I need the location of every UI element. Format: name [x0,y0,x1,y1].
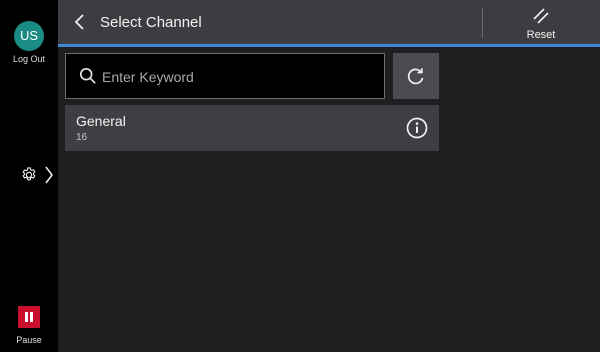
settings-toggle[interactable] [18,163,58,187]
refresh-button[interactable] [393,53,439,99]
channel-name: General [76,113,126,129]
search-input[interactable] [100,64,374,90]
pause-icon [25,312,28,322]
channel-count: 16 [76,132,88,143]
reset-label: Reset [526,29,556,41]
search-icon [79,67,96,84]
header-accent-line [58,44,600,47]
info-icon[interactable] [406,117,428,139]
refresh-icon [407,68,424,85]
page-title: Select Channel [100,14,202,31]
chevron-right-icon [45,166,53,184]
sidebar: US Log Out Pause [0,0,58,352]
pause-label[interactable]: Pause [0,335,58,345]
gear-icon [22,167,36,181]
reset-button[interactable]: Reset [513,4,569,44]
back-arrow-icon[interactable] [70,12,90,32]
pause-button[interactable] [18,306,40,328]
header-bar: Select Channel Reset [58,0,600,44]
user-avatar[interactable]: US [14,21,44,51]
header-divider [482,8,483,38]
reset-icon [533,8,549,24]
logout-label[interactable]: Log Out [0,54,58,64]
channel-item-general[interactable]: General 16 [65,105,439,151]
search-box[interactable] [65,53,385,99]
